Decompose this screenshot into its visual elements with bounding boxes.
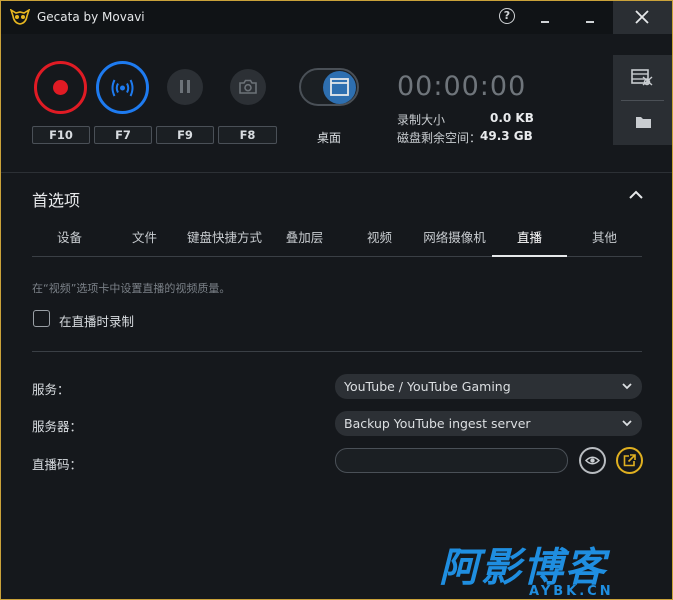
disk-free-value: 49.3 GB bbox=[480, 129, 533, 143]
video-editor-icon[interactable] bbox=[631, 68, 653, 90]
title-bar: Gecata by Movavi ? bbox=[1, 1, 672, 34]
stream-button[interactable] bbox=[96, 61, 149, 114]
screenshot-button[interactable] bbox=[230, 69, 266, 105]
server-value: Backup YouTube ingest server bbox=[344, 416, 531, 431]
tab-files[interactable]: 文件 bbox=[107, 225, 182, 257]
show-key-button[interactable] bbox=[579, 447, 606, 474]
chevron-up-icon[interactable] bbox=[628, 190, 644, 200]
watermark-subtext: AYBK.CN bbox=[529, 584, 614, 597]
record-size-label: 录制大小 bbox=[397, 113, 446, 127]
screenshot-hotkey: F8 bbox=[218, 126, 277, 144]
service-value: YouTube / YouTube Gaming bbox=[344, 379, 511, 394]
owl-logo-icon bbox=[9, 8, 31, 25]
folder-icon[interactable] bbox=[635, 114, 652, 133]
disk-free-label: 磁盘剩余空间： bbox=[397, 131, 482, 145]
camera-icon bbox=[239, 79, 257, 94]
chevron-down-icon bbox=[622, 383, 632, 390]
external-link-icon bbox=[623, 454, 636, 467]
stream-settings-divider bbox=[32, 351, 642, 352]
help-button[interactable]: ? bbox=[499, 8, 515, 24]
app-window: Gecata by Movavi ? F10 F7 F9 F8 桌面 00:00… bbox=[0, 0, 673, 600]
record-button[interactable] bbox=[34, 61, 87, 114]
preferences-title: 首选项 bbox=[32, 191, 81, 210]
stream-quality-hint: 在“视频”选项卡中设置直播的视频质量。 bbox=[32, 282, 231, 295]
open-external-button[interactable] bbox=[616, 447, 643, 474]
site-watermark: 阿影博客 AYBK.CN bbox=[437, 541, 659, 599]
tab-other[interactable]: 其他 bbox=[567, 225, 642, 257]
capture-mode-label: 桌面 bbox=[317, 131, 342, 145]
record-icon bbox=[53, 80, 68, 95]
mode-knob bbox=[323, 71, 356, 104]
pause-icon bbox=[180, 80, 183, 93]
record-hotkey: F10 bbox=[32, 126, 90, 144]
recording-timer: 00:00:00 bbox=[397, 71, 527, 102]
stream-key-input[interactable] bbox=[335, 448, 568, 473]
tab-overlays[interactable]: 叠加层 bbox=[267, 225, 342, 257]
record-size-value: 0.0 KB bbox=[490, 111, 534, 125]
tab-streaming[interactable]: 直播 bbox=[492, 225, 567, 257]
broadcast-icon bbox=[111, 79, 134, 97]
server-label: 服务器： bbox=[32, 419, 83, 434]
capture-mode-toggle[interactable] bbox=[299, 68, 359, 106]
desktop-window-icon bbox=[330, 78, 349, 96]
close-icon bbox=[635, 10, 649, 24]
tab-devices[interactable]: 设备 bbox=[32, 225, 107, 257]
tab-webcam[interactable]: 网络摄像机 bbox=[417, 225, 492, 257]
close-button[interactable] bbox=[613, 1, 672, 34]
tab-hotkeys[interactable]: 键盘快捷方式 bbox=[182, 225, 267, 257]
app-title: Gecata by Movavi bbox=[37, 10, 145, 24]
eye-icon bbox=[585, 456, 600, 465]
stream-hotkey: F7 bbox=[94, 126, 152, 144]
server-select[interactable]: Backup YouTube ingest server bbox=[335, 411, 642, 436]
service-select[interactable]: YouTube / YouTube Gaming bbox=[335, 374, 642, 399]
minimize-button[interactable] bbox=[541, 21, 549, 23]
tab-video[interactable]: 视频 bbox=[342, 225, 417, 257]
record-while-streaming-label[interactable]: 在直播时录制 bbox=[59, 311, 134, 330]
chevron-down-icon bbox=[622, 420, 632, 427]
pause-hotkey: F9 bbox=[156, 126, 214, 144]
section-divider bbox=[1, 172, 672, 173]
service-label: 服务： bbox=[32, 382, 70, 397]
stream-key-label: 直播码： bbox=[32, 457, 83, 472]
side-divider bbox=[621, 100, 664, 101]
record-while-streaming-checkbox[interactable] bbox=[33, 310, 50, 327]
side-panel bbox=[613, 55, 672, 145]
pause-button[interactable] bbox=[167, 69, 203, 105]
maximize-button[interactable] bbox=[586, 21, 594, 23]
preferences-tabs: 设备 文件 键盘快捷方式 叠加层 视频 网络摄像机 直播 其他 bbox=[32, 225, 642, 257]
